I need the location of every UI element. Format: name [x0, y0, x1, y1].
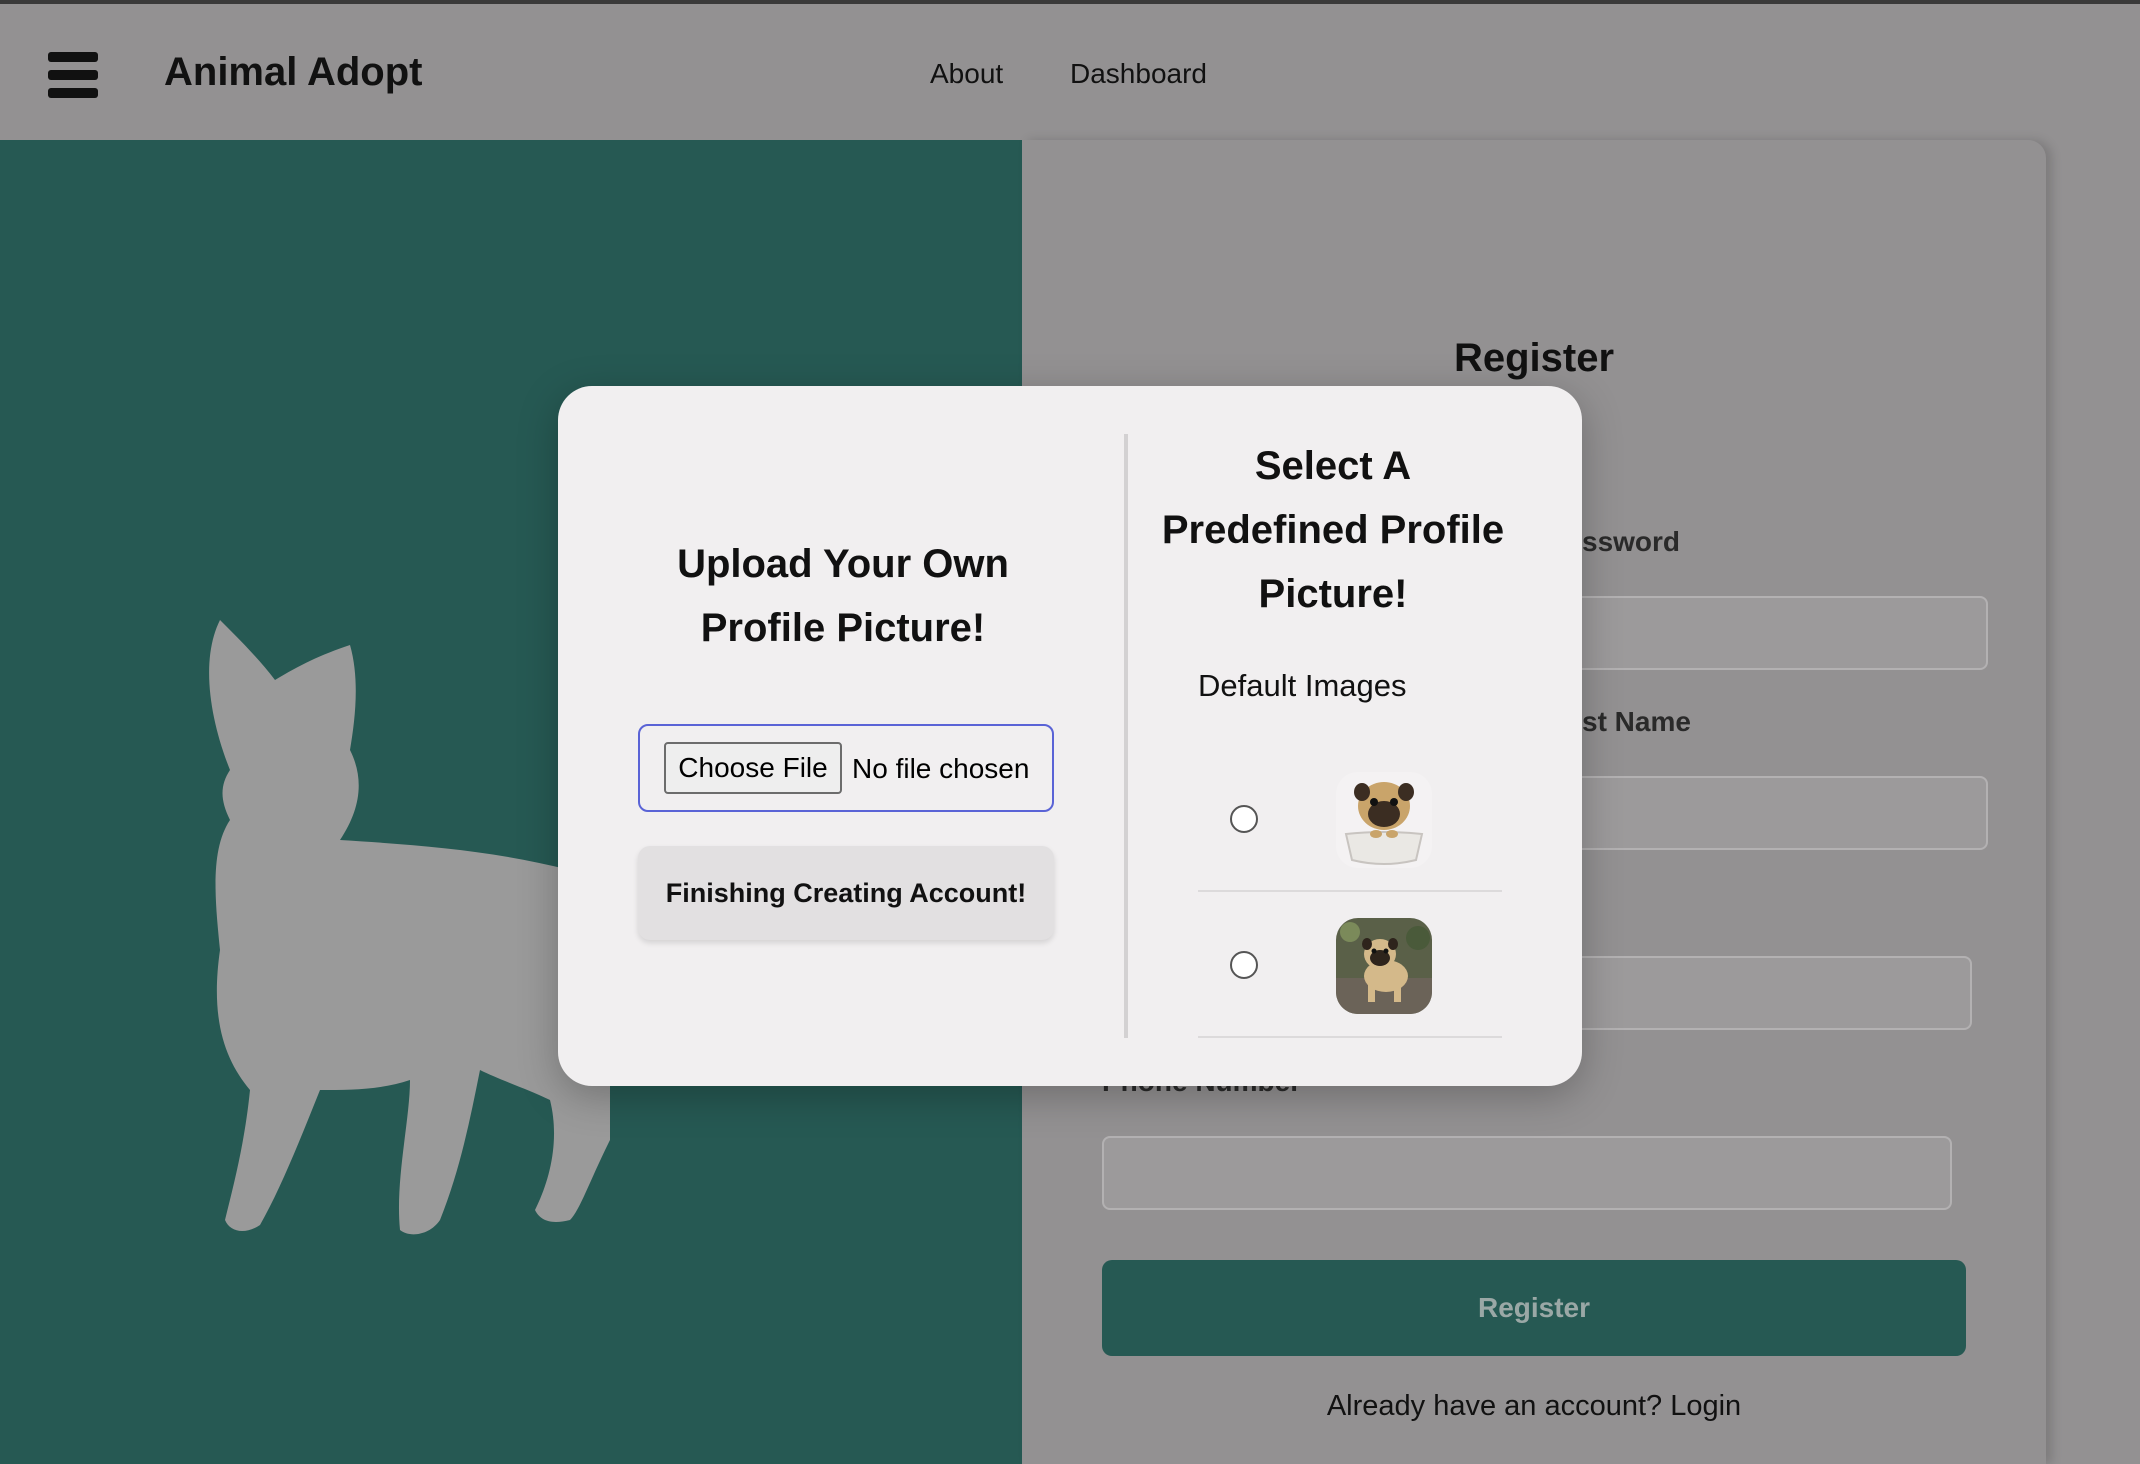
password-label: ssword [1582, 526, 1681, 557]
login-link[interactable]: Already have an account? Login [1022, 1390, 2046, 1423]
email-input[interactable] [1542, 956, 1972, 1030]
default-image-option [1198, 892, 1502, 1038]
file-status-text: No file chosen [852, 753, 1030, 784]
default-images-label: Default Images [1198, 668, 1407, 703]
nav-link-dashboard[interactable]: Dashboard [1070, 58, 1207, 90]
hamburger-menu-icon[interactable] [48, 52, 98, 98]
choose-file-button[interactable]: Choose File [664, 742, 842, 794]
finish-creating-account-button[interactable]: Finishing Creating Account! [638, 846, 1054, 940]
register-button[interactable]: Register [1102, 1260, 1966, 1356]
register-title: Register [1453, 336, 1615, 380]
profile-picture-modal: Upload Your Own Profile Picture! Choose … [558, 386, 1582, 1086]
last-name-input[interactable] [1542, 776, 1988, 850]
file-input[interactable]: Choose File No file chosen [638, 724, 1054, 812]
upload-title: Upload Your Own Profile Picture! [677, 542, 1009, 650]
password-input[interactable] [1542, 596, 1988, 670]
phone-number-input[interactable] [1102, 1136, 1952, 1210]
default-image-option [1198, 746, 1502, 892]
modal-divider [1124, 434, 1128, 1038]
nav-link-about[interactable]: About [930, 58, 1003, 90]
pug-standing-image[interactable] [1336, 918, 1432, 1014]
navbar: Animal Adopt About Dashboard [0, 4, 2140, 140]
cat-silhouette-icon [209, 620, 610, 1235]
default-image-radio-1[interactable] [1230, 805, 1258, 833]
default-image-radio-2[interactable] [1230, 951, 1258, 979]
brand-title[interactable]: Animal Adopt [164, 50, 423, 95]
predefined-title: Select A Predefined Profile Picture! [1161, 444, 1505, 616]
pug-in-teacup-image[interactable] [1336, 772, 1432, 868]
last-name-label: st Name [1582, 706, 1691, 737]
